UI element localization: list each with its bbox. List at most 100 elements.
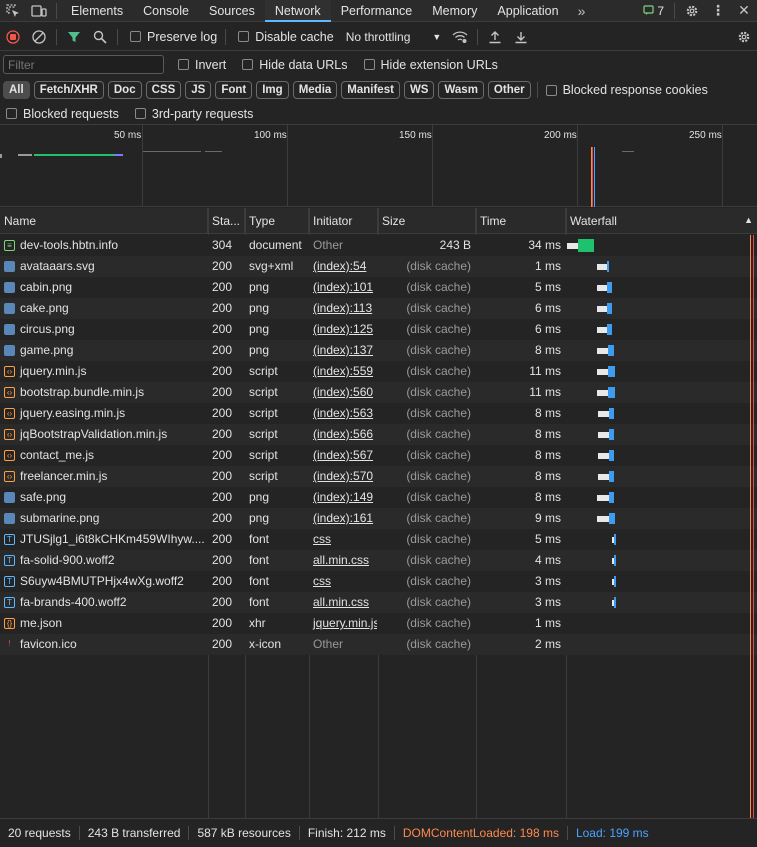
column-header-name[interactable]: Name xyxy=(0,208,208,234)
checkbox-box[interactable] xyxy=(178,59,189,70)
table-row[interactable]: ≡ dev-tools.hbtn.info 304 document Other 243 … xyxy=(0,235,757,256)
table-row[interactable]: ‹› jquery.min.js 200 script (index):559 (disk… xyxy=(0,361,757,382)
request-name[interactable]: jquery.min.js xyxy=(0,361,207,382)
request-initiator[interactable]: all.min.css xyxy=(309,550,377,571)
invert-checkbox[interactable]: Invert xyxy=(178,58,226,72)
type-filter-fetch-xhr[interactable]: Fetch/XHR xyxy=(33,81,104,99)
clear-icon[interactable] xyxy=(26,24,52,50)
table-row[interactable]: ‹› contact_me.js 200 script (index):567 (disk… xyxy=(0,445,757,466)
request-name[interactable]: S6uyw4BMUTPHjx4wXg.woff2 xyxy=(0,571,207,592)
request-initiator[interactable]: (index):137 xyxy=(309,340,377,361)
column-header-initiator[interactable]: Initiator xyxy=(309,208,378,234)
request-name[interactable]: fa-brands-400.woff2 xyxy=(0,592,207,613)
table-row[interactable]: T JTUSjlg1_i6t8kCHKm459WIhyw.... 200 font cs… xyxy=(0,529,757,550)
type-filter-media[interactable]: Media xyxy=(292,81,338,99)
checkbox-box[interactable] xyxy=(545,84,557,96)
tab-memory[interactable]: Memory xyxy=(422,0,487,22)
network-overview-timeline[interactable]: 50 ms 100 ms 150 ms 200 ms 250 ms xyxy=(0,125,757,207)
request-initiator[interactable]: (index):125 xyxy=(309,319,377,340)
close-icon[interactable]: ✕ xyxy=(731,0,757,22)
type-filter-all[interactable]: All xyxy=(3,81,30,99)
type-filter-doc[interactable]: Doc xyxy=(107,81,142,99)
request-name[interactable]: jquery.easing.min.js xyxy=(0,403,207,424)
disable-cache-checkbox[interactable]: Disable cache xyxy=(238,30,334,44)
table-row[interactable]: {} me.json 200 xhr jquery.min.js (disk cache)… xyxy=(0,613,757,634)
request-name[interactable]: game.png xyxy=(0,340,207,361)
request-initiator[interactable]: (index):149 xyxy=(309,487,377,508)
type-filter-js[interactable]: JS xyxy=(185,81,212,99)
table-row[interactable]: avataaars.svg 200 svg+xml (index):54 (disk c… xyxy=(0,256,757,277)
request-initiator[interactable]: (index):567 xyxy=(309,445,377,466)
table-row[interactable]: cake.png 200 png (index):113 (disk cache) 6 m… xyxy=(0,298,757,319)
inspect-element-icon[interactable] xyxy=(0,0,26,22)
type-filter-ws[interactable]: WS xyxy=(403,81,435,99)
request-initiator[interactable]: (index):161 xyxy=(309,508,377,529)
request-name[interactable]: safe.png xyxy=(0,487,207,508)
table-row[interactable]: ‹› freelancer.min.js 200 script (index):570(… xyxy=(0,466,757,487)
request-name[interactable]: jqBootstrapValidation.min.js xyxy=(0,424,207,445)
request-initiator[interactable]: all.min.css xyxy=(309,592,377,613)
request-initiator[interactable]: css xyxy=(309,571,377,592)
checkbox-box[interactable] xyxy=(242,59,254,70)
table-row[interactable]: T S6uyw4BMUTPHjx4wXg.woff2 200 font css (disk… xyxy=(0,571,757,592)
request-name[interactable]: freelancer.min.js xyxy=(0,466,207,487)
table-row[interactable]: ‹› jquery.easing.min.js 200 script (index):5… xyxy=(0,403,757,424)
column-header-status[interactable]: Sta... xyxy=(208,208,245,234)
filter-funnel-icon[interactable] xyxy=(61,24,87,50)
request-initiator[interactable]: (index):570 xyxy=(309,466,377,487)
request-name[interactable]: me.json xyxy=(0,613,207,634)
throttling-select[interactable]: No throttling ▼ xyxy=(346,30,442,44)
request-initiator[interactable]: css xyxy=(309,529,377,550)
table-row[interactable]: Tfa-solid-900.woff2 200 font all.min.css (di… xyxy=(0,550,757,571)
request-initiator[interactable]: (index):560 xyxy=(309,382,377,403)
type-filter-other[interactable]: Other xyxy=(487,81,531,99)
type-filter-manifest[interactable]: Manifest xyxy=(341,81,400,99)
checkbox-box[interactable] xyxy=(6,108,17,119)
blocked-requests-checkbox[interactable]: Blocked requests xyxy=(6,107,119,121)
column-header-type[interactable]: Type xyxy=(245,208,309,234)
column-header-size[interactable]: Size xyxy=(378,208,476,234)
sort-ascending-icon[interactable]: ▲ xyxy=(744,215,753,225)
checkbox-box[interactable] xyxy=(130,31,141,42)
request-initiator[interactable]: (index):54 xyxy=(309,256,377,277)
table-row[interactable]: ‹› bootstrap.bundle.min.js 200 script (index… xyxy=(0,382,757,403)
type-filter-font[interactable]: Font xyxy=(215,81,253,99)
table-row[interactable]: circus.png 200 png (index):125 (disk cache) 6… xyxy=(0,319,757,340)
import-har-upload-icon[interactable] xyxy=(482,24,508,50)
tab-network[interactable]: Network xyxy=(264,0,331,22)
type-filter-img[interactable]: Img xyxy=(256,81,289,99)
request-name[interactable]: JTUSjlg1_i6t8kCHKm459WIhyw.... xyxy=(0,529,207,550)
request-initiator[interactable]: jquery.min.js xyxy=(309,613,377,634)
search-icon[interactable] xyxy=(87,24,113,50)
request-initiator[interactable]: (index):113 xyxy=(309,298,377,319)
table-row[interactable]: game.png 200 png (index):137 (disk cache) 8 m… xyxy=(0,340,757,361)
export-har-download-icon[interactable] xyxy=(508,24,534,50)
tab-performance[interactable]: Performance xyxy=(331,0,423,22)
request-name[interactable]: favicon.ico xyxy=(0,634,207,655)
network-settings-gear-icon[interactable] xyxy=(731,24,757,50)
request-initiator[interactable]: (index):101 xyxy=(309,277,377,298)
request-name[interactable]: fa-solid-900.woff2 xyxy=(0,550,207,571)
blocked-response-cookies-checkbox[interactable]: Blocked response cookies xyxy=(545,83,708,97)
tab-sources[interactable]: Sources xyxy=(199,0,265,22)
more-tabs-icon[interactable]: » xyxy=(569,0,595,22)
settings-gear-icon[interactable] xyxy=(679,0,705,22)
table-row[interactable]: Tfa-brands-400.woff2 200 font all.min.css (d… xyxy=(0,592,757,613)
tab-application[interactable]: Application xyxy=(487,0,568,22)
filter-input[interactable] xyxy=(3,55,164,74)
hide-data-urls-checkbox[interactable]: Hide data URLs xyxy=(242,58,348,72)
request-name[interactable]: avataaars.svg xyxy=(0,256,207,277)
tab-elements[interactable]: Elements xyxy=(61,0,133,22)
type-filter-wasm[interactable]: Wasm xyxy=(438,81,484,99)
checkbox-box[interactable] xyxy=(238,31,250,42)
table-row[interactable]: safe.png 200 png (index):149 (disk cache) 8 m… xyxy=(0,487,757,508)
column-header-time[interactable]: Time xyxy=(476,208,566,234)
request-initiator[interactable]: (index):559 xyxy=(309,361,377,382)
column-header-waterfall[interactable]: Waterfall xyxy=(566,208,746,234)
record-stop-icon[interactable] xyxy=(0,24,26,50)
request-name[interactable]: dev-tools.hbtn.info xyxy=(0,235,207,256)
checkbox-box[interactable] xyxy=(134,108,146,119)
type-filter-css[interactable]: CSS xyxy=(145,81,182,99)
request-name[interactable]: bootstrap.bundle.min.js xyxy=(0,382,207,403)
table-row[interactable]: submarine.png 200 png (index):161 (disk cach… xyxy=(0,508,757,529)
